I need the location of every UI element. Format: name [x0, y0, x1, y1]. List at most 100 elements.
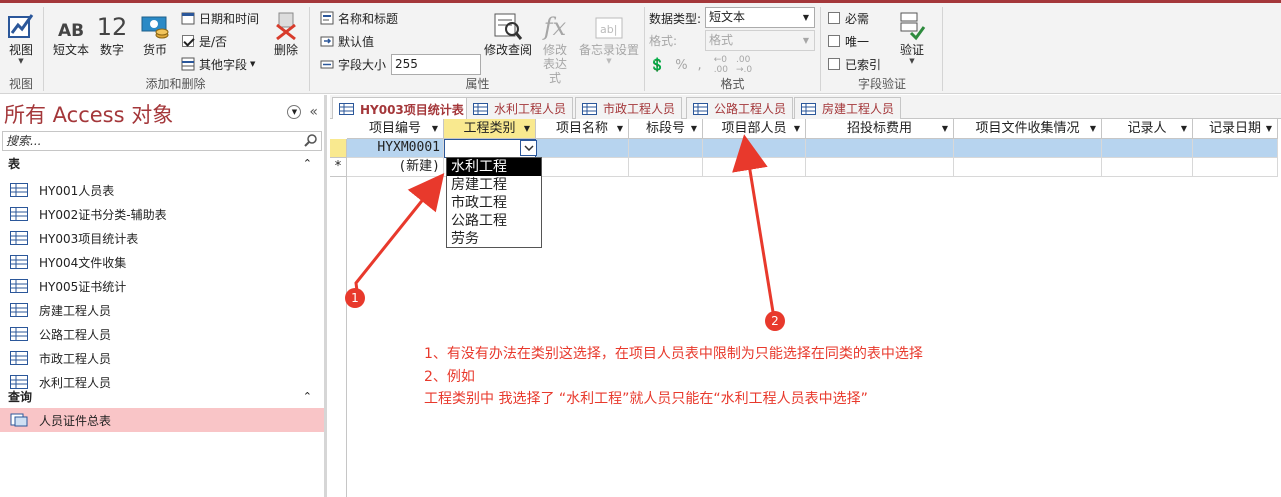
collapse-pane-icon[interactable]: «	[309, 104, 318, 120]
nav-item-table[interactable]: HY002证书分类-辅助表	[0, 202, 324, 226]
table-cell[interactable]	[1193, 139, 1278, 158]
modify-expression-button[interactable]: fx 修改表达式	[533, 7, 577, 85]
modify-lookups-button[interactable]: 修改查阅	[481, 7, 535, 57]
number-button[interactable]: 12 数字	[94, 7, 130, 57]
table-cell[interactable]	[806, 158, 954, 177]
table-cell[interactable]	[954, 139, 1102, 158]
percent-icon[interactable]: %	[675, 58, 687, 73]
more-fields-button[interactable]: 其他字段 ▼	[180, 54, 255, 74]
combo-dropdown-button[interactable]	[520, 140, 537, 156]
table-cell[interactable]	[1102, 139, 1193, 158]
validation-button[interactable]: 验证 ▼	[894, 7, 930, 65]
modify-lookups-icon	[494, 13, 523, 40]
table-cell[interactable]	[703, 158, 806, 177]
currency-format-icon[interactable]: 💲	[649, 58, 665, 73]
tables-section-header[interactable]: 表 ⌃	[0, 155, 324, 173]
nav-item-table[interactable]: 市政工程人员	[0, 346, 324, 370]
yes-no-button[interactable]: 是/否	[180, 31, 227, 51]
required-checkbox[interactable]: 必需	[828, 8, 869, 28]
nav-item-table[interactable]: HY003项目统计表	[0, 226, 324, 250]
default-value-button[interactable]: 默认值	[319, 31, 374, 51]
column-header[interactable]: 项目文件收集情况 ▼	[954, 119, 1102, 139]
queries-section-header[interactable]: 查询 ⌃	[0, 388, 324, 406]
tab-housing[interactable]: 房建工程人员	[794, 97, 902, 119]
table-cell[interactable]	[703, 139, 806, 158]
column-filter-icon[interactable]: ▼	[1090, 119, 1096, 138]
table-cell[interactable]	[536, 139, 629, 158]
add-delete-group: AB 短文本 12 数字 货币 日期和时间 是/否 其他字段 ▼ 删除 添加和删…	[44, 3, 307, 94]
nav-menu-icon[interactable]: ▼	[287, 105, 302, 119]
increase-decimals-icon[interactable]: ←0.00	[714, 55, 728, 75]
search-icon[interactable]	[304, 133, 318, 152]
column-filter-icon[interactable]: ▼	[432, 119, 438, 138]
nav-item-table[interactable]: HY001人员表	[0, 178, 324, 202]
field-size-input[interactable]: 255	[391, 54, 481, 75]
delete-button[interactable]: 删除	[268, 7, 304, 57]
nav-search-input[interactable]: 搜索...	[2, 131, 322, 151]
table-cell[interactable]: (新建)	[347, 158, 444, 177]
tab-label: 公路工程人员	[714, 102, 787, 116]
tab-hy003[interactable]: HY003项目统计表	[332, 97, 471, 120]
collapse-section-icon[interactable]: ⌃	[303, 388, 312, 406]
decrease-decimals-icon[interactable]: .00 →.0	[736, 55, 752, 75]
table-cell[interactable]	[954, 158, 1102, 177]
column-header[interactable]: 项目编号 ▼	[347, 119, 444, 139]
tab-water-conservancy[interactable]: 水利工程人员	[466, 97, 574, 119]
column-header[interactable]: 记录日期 ▼	[1193, 119, 1278, 139]
column-header[interactable]: 工程类别 ▼	[444, 119, 536, 139]
dropdown-option[interactable]: 水利工程	[447, 158, 541, 176]
view-button[interactable]: 视图 ▼	[2, 7, 40, 65]
column-header[interactable]: 记录人 ▼	[1102, 119, 1193, 139]
currency-button[interactable]: 货币	[136, 7, 174, 57]
tab-highway[interactable]: 公路工程人员	[686, 97, 794, 119]
table-cell[interactable]	[536, 158, 629, 177]
table-icon	[473, 102, 488, 115]
short-text-button[interactable]: AB 短文本	[50, 7, 92, 57]
table-icon	[10, 255, 28, 269]
indexed-checkbox[interactable]: 已索引	[828, 54, 881, 74]
column-filter-icon[interactable]: ▼	[617, 119, 623, 138]
column-filter-icon[interactable]: ▼	[524, 119, 530, 138]
table-cell[interactable]	[629, 139, 703, 158]
nav-item-table[interactable]: HY004文件收集	[0, 250, 324, 274]
data-type-select[interactable]: 短文本 ▼	[705, 7, 815, 28]
table-cell[interactable]	[1193, 158, 1278, 177]
field-validation-group-label: 字段验证	[857, 77, 906, 91]
column-filter-icon[interactable]: ▼	[691, 119, 697, 138]
unique-checkbox-box	[828, 35, 840, 47]
dropdown-option[interactable]: 房建工程	[447, 176, 541, 194]
table-cell[interactable]	[1102, 158, 1193, 177]
unique-checkbox[interactable]: 唯一	[828, 31, 869, 51]
format-select[interactable]: 格式 ▼	[705, 30, 815, 51]
nav-item-table[interactable]: 房建工程人员	[0, 298, 324, 322]
table-cell[interactable]	[629, 158, 703, 177]
name-caption-button[interactable]: 名称和标题	[319, 8, 398, 28]
ribbon: 视图 ▼ 视图 AB 短文本 12 数字 货币 日期和时间 是/否 其他字段 ▼…	[0, 0, 1281, 94]
column-header[interactable]: 项目名称 ▼	[536, 119, 629, 139]
column-filter-icon[interactable]: ▼	[942, 119, 948, 138]
format-group: 数据类型: 短文本 ▼ 格式: 格式 ▼ 💲 % , ←0.00 .00 →.0 …	[645, 3, 820, 94]
comma-icon[interactable]: ,	[698, 58, 702, 73]
tab-municipal[interactable]: 市政工程人员	[575, 97, 683, 119]
nav-item-table[interactable]: 公路工程人员	[0, 322, 324, 346]
column-filter-icon[interactable]: ▼	[1266, 119, 1272, 138]
date-time-button[interactable]: 日期和时间	[180, 8, 259, 28]
table-icon	[10, 303, 28, 317]
collapse-section-icon[interactable]: ⌃	[303, 155, 312, 173]
column-filter-icon[interactable]: ▼	[1181, 119, 1187, 138]
dropdown-option[interactable]: 市政工程	[447, 194, 541, 212]
memo-settings-button[interactable]: ab| 备忘录设置 ▼	[577, 7, 641, 65]
nav-item-query[interactable]: 人员证件总表	[0, 408, 324, 432]
table-cell[interactable]	[806, 139, 954, 158]
column-filter-icon[interactable]: ▼	[794, 119, 800, 138]
column-header[interactable]: 标段号 ▼	[629, 119, 703, 139]
currency-icon	[141, 16, 169, 39]
table-cell[interactable]: HYXM0001	[347, 139, 444, 158]
nav-item-table[interactable]: HY005证书统计	[0, 274, 324, 298]
nav-pane-title[interactable]: 所有 Access 对象	[4, 99, 173, 129]
column-header[interactable]: 招投标费用 ▼	[806, 119, 954, 139]
column-header-label: 招投标费用	[846, 121, 912, 136]
dropdown-option[interactable]: 公路工程	[447, 212, 541, 230]
column-header[interactable]: 项目部人员 ▼	[703, 119, 806, 139]
dropdown-option[interactable]: 劳务	[447, 230, 541, 248]
